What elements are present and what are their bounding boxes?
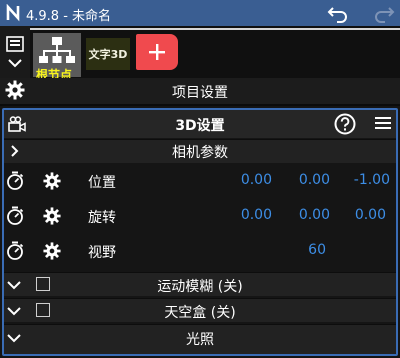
param-value[interactable]: 0.00: [336, 207, 386, 223]
gear-icon[interactable]: [43, 172, 61, 190]
param-value[interactable]: 60: [276, 242, 326, 258]
motion-blur-title: 运动模糊 (关): [157, 279, 243, 295]
add-node-button[interactable]: [136, 34, 178, 70]
menu-icon[interactable]: [6, 36, 24, 52]
text3d-node-label: 文字3D: [88, 48, 128, 61]
redo-icon[interactable]: [372, 3, 396, 23]
app-logo-icon: [6, 4, 20, 22]
strip-side: [0, 26, 30, 78]
app-title: 4.9.8 - 未命名: [26, 9, 112, 24]
param-value[interactable]: 0.00: [280, 207, 330, 223]
stopwatch-icon[interactable]: [6, 171, 24, 191]
param-value[interactable]: 0.00: [222, 207, 272, 223]
plus-icon: [149, 44, 165, 60]
param-label: 位置: [88, 175, 116, 191]
help-icon[interactable]: [334, 113, 356, 135]
gear-icon[interactable]: [43, 207, 61, 225]
chevron-down-icon[interactable]: [7, 57, 23, 69]
lighting-title: 光照: [186, 332, 214, 348]
gear-icon[interactable]: [43, 242, 61, 260]
param-value[interactable]: 0.00: [222, 172, 272, 188]
param-row-fov: [4, 234, 396, 268]
text3d-node[interactable]: 文字3D: [86, 38, 130, 70]
project-divider: [0, 104, 400, 106]
param-value[interactable]: 0.00: [280, 172, 330, 188]
hamburger-icon[interactable]: [374, 115, 392, 131]
undo-icon[interactable]: [326, 3, 350, 23]
param-row-position: [4, 164, 396, 198]
stopwatch-icon[interactable]: [6, 206, 24, 226]
param-label: 旋转: [88, 210, 116, 226]
project-settings-title: 项目设置: [172, 85, 228, 101]
param-label: 视野: [88, 245, 116, 261]
param-value[interactable]: -1.00: [340, 172, 390, 188]
strip-divider: [30, 28, 400, 30]
camera-section-title: 相机参数: [172, 145, 228, 161]
stopwatch-icon[interactable]: [6, 241, 24, 261]
skybox-title: 天空盒 (关): [164, 305, 236, 321]
